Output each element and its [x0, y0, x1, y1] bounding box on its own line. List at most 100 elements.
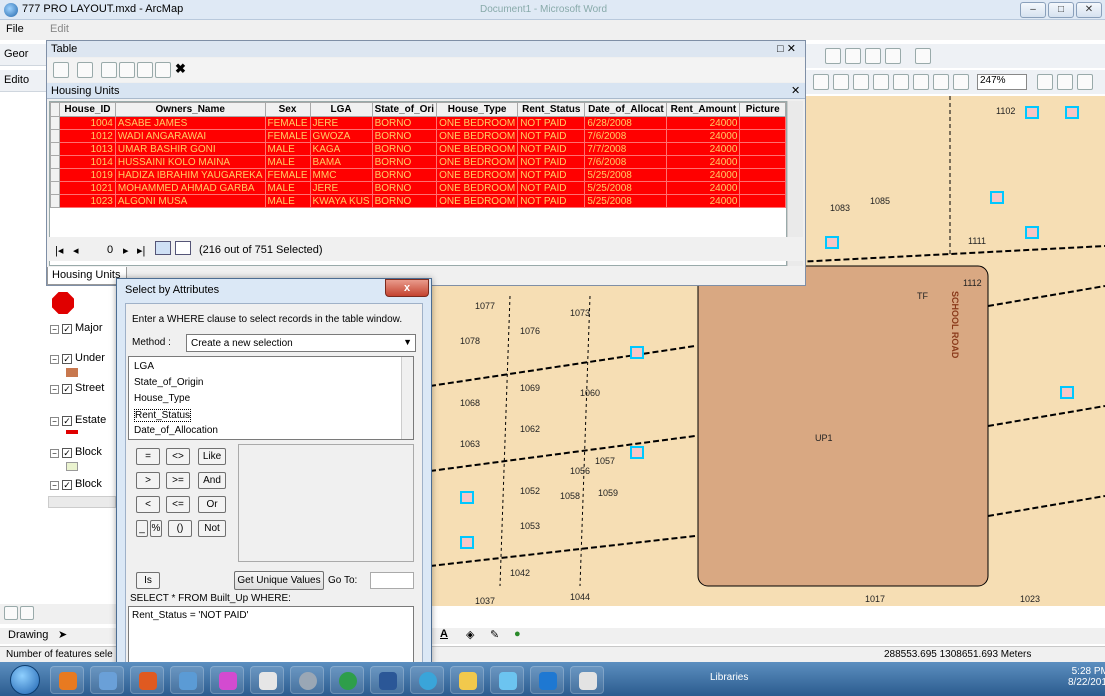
font-color-icon[interactable]: A: [440, 628, 448, 640]
table-cell[interactable]: [739, 181, 786, 195]
table-cell[interactable]: HUSSAINI KOLO MAINA: [114, 155, 266, 169]
table-cell[interactable]: NOT PAID: [517, 181, 586, 195]
taskbar-ilwis-icon[interactable]: [570, 666, 604, 694]
table-row[interactable]: 1019 HADIZA IBRAHIM YAUGAREKA FEMALE MMC BOR…: [50, 168, 786, 182]
table-cell[interactable]: FEMALE: [264, 168, 311, 182]
table-cell[interactable]: 24000: [666, 142, 741, 156]
table-cell[interactable]: 5/25/2008: [584, 181, 668, 195]
fill-color-icon[interactable]: ◈: [466, 628, 474, 641]
taskbar-ie-icon[interactable]: [530, 666, 564, 694]
zoom-level-select[interactable]: 247%: [977, 74, 1027, 90]
table-cell[interactable]: BORNO: [371, 155, 438, 169]
table-cell[interactable]: MALE: [264, 142, 311, 156]
row-selector[interactable]: [50, 142, 60, 156]
taskbar-arcgis-icon[interactable]: [410, 666, 444, 694]
unique-values-list[interactable]: [238, 444, 414, 562]
taskbar-firefox-icon[interactable]: [50, 666, 84, 694]
row-selector[interactable]: [50, 181, 60, 195]
row-selector[interactable]: [50, 129, 60, 143]
table-cell[interactable]: BORNO: [371, 194, 438, 208]
table-cell[interactable]: [739, 194, 786, 208]
taskbar-green-app-icon[interactable]: [330, 666, 364, 694]
table-bottom-tab[interactable]: Housing Units: [47, 267, 127, 285]
start-button[interactable]: [10, 665, 40, 695]
table-cell[interactable]: 24000: [666, 116, 741, 130]
zoom-to-selected-icon[interactable]: [155, 62, 171, 78]
zoom-in-icon[interactable]: [813, 74, 829, 90]
menu-file[interactable]: File: [6, 23, 24, 35]
column-header[interactable]: LGA: [309, 102, 373, 117]
operator-less-equal-button[interactable]: <=: [166, 496, 190, 513]
close-button[interactable]: ✕: [1076, 2, 1102, 18]
show-all-records-icon[interactable]: [155, 241, 171, 255]
toc-layer[interactable]: − ✓ Street: [50, 382, 104, 394]
pan-icon[interactable]: [853, 74, 869, 90]
table-cell[interactable]: ONE BEDROOM: [436, 181, 519, 195]
table-cell[interactable]: [739, 168, 786, 182]
taskbar-libraries-label[interactable]: Libraries: [710, 672, 748, 683]
table-cell[interactable]: ONE BEDROOM: [436, 142, 519, 156]
taskbar-search-icon[interactable]: [170, 666, 204, 694]
table-cell[interactable]: NOT PAID: [517, 168, 586, 182]
table-cell[interactable]: 1019: [58, 168, 116, 182]
maximize-button[interactable]: □: [1048, 2, 1074, 18]
table-cell[interactable]: 24000: [666, 129, 741, 143]
identify-tool-icon[interactable]: [825, 48, 841, 64]
zoom-out-icon[interactable]: [833, 74, 849, 90]
table-cell[interactable]: NOT PAID: [517, 194, 586, 208]
table-cell[interactable]: BORNO: [371, 116, 438, 130]
data-view-tab-icon[interactable]: [4, 606, 18, 620]
operator-or-button[interactable]: Or: [198, 496, 226, 513]
table-cell[interactable]: MMC: [309, 168, 373, 182]
toc-layer[interactable]: − ✓ Major: [50, 322, 103, 334]
measure-tool-icon[interactable]: [865, 48, 881, 64]
table-cell[interactable]: ONE BEDROOM: [436, 129, 519, 143]
layout-view-tab-icon[interactable]: [20, 606, 34, 620]
operator-greater-button[interactable]: >: [136, 472, 160, 489]
hyperlink-tool-icon[interactable]: [885, 48, 901, 64]
table-row[interactable]: 1012 WADI ANGARAWAI FEMALE GWOZA BORNO ONE BE…: [50, 129, 786, 143]
table-row[interactable]: 1004 ASABE JAMES FEMALE JERE BORNO ONE BEDROO…: [50, 116, 786, 130]
table-cell[interactable]: 5/25/2008: [584, 194, 668, 208]
table-cell[interactable]: HADIZA IBRAHIM YAUGAREKA: [114, 168, 266, 182]
toc-layer[interactable]: − ✓ Block: [50, 446, 102, 458]
table-row[interactable]: 1013 UMAR BASHIR GONI MALE KAGA BORNO ONE BED…: [50, 142, 786, 156]
field-item[interactable]: State_of_Origin: [134, 377, 204, 388]
column-header[interactable]: State_of_Ori: [371, 102, 438, 117]
layout-view-icon[interactable]: [1037, 74, 1053, 90]
table-cell[interactable]: UMAR BASHIR GONI: [114, 142, 266, 156]
delete-selected-icon[interactable]: ✖: [175, 61, 186, 77]
column-header[interactable]: House_Type: [436, 102, 519, 117]
drawing-menu[interactable]: Drawing: [8, 629, 48, 641]
column-header[interactable]: Rent_Amount: [666, 102, 741, 117]
table-cell[interactable]: MOHAMMED AHMAD GARBA: [114, 181, 266, 195]
marker-color-icon[interactable]: ●: [514, 628, 521, 640]
operator-like-button[interactable]: Like: [198, 448, 226, 465]
taskbar-word-icon[interactable]: [370, 666, 404, 694]
minimize-button[interactable]: –: [1020, 2, 1046, 18]
last-record-icon[interactable]: ▸|: [137, 244, 145, 257]
table-row[interactable]: 1023 ALGONI MUSA MALE KWAYA KUS BORNO ONE BED…: [50, 194, 786, 208]
operator-percent-button[interactable]: %: [150, 520, 162, 537]
operator-parentheses-button[interactable]: (): [168, 520, 192, 537]
data-view-icon[interactable]: [1057, 74, 1073, 90]
table-cell[interactable]: 1012: [58, 129, 116, 143]
table-cell[interactable]: FEMALE: [264, 129, 311, 143]
window-tool-icon[interactable]: [915, 48, 931, 64]
table-cell[interactable]: 7/6/2008: [584, 155, 668, 169]
table-cell[interactable]: [739, 116, 786, 130]
select-by-attributes-icon[interactable]: [101, 62, 117, 78]
first-record-icon[interactable]: |◂: [55, 244, 63, 257]
go-forward-icon[interactable]: [933, 74, 949, 90]
table-cell[interactable]: MALE: [264, 194, 311, 208]
table-cell[interactable]: BAMA: [309, 155, 373, 169]
clear-selection-icon[interactable]: [137, 62, 153, 78]
table-cell[interactable]: JERE: [309, 181, 373, 195]
dialog-close-button[interactable]: x: [385, 279, 429, 297]
line-color-icon[interactable]: ✎: [490, 628, 499, 641]
table-cell[interactable]: [739, 129, 786, 143]
column-header[interactable]: House_ID: [58, 102, 116, 117]
column-header[interactable]: Owners_Name: [114, 102, 266, 117]
table-cell[interactable]: ONE BEDROOM: [436, 168, 519, 182]
table-cell[interactable]: 24000: [666, 194, 741, 208]
